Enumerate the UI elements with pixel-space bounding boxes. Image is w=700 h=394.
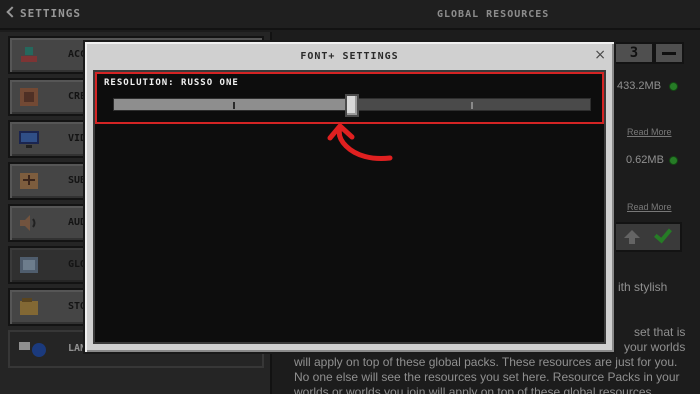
dialog-body: RESOLUTION: RUSSO ONE [93,70,606,344]
slider-tick [471,102,473,109]
font-settings-dialog: FONT+ SETTINGS × RESOLUTION: RUSSO ONE [83,40,616,354]
resolution-label: RESOLUTION: RUSSO ONE [104,78,239,88]
resolution-slider[interactable] [113,94,591,117]
slider-tick [233,102,235,109]
close-icon[interactable]: × [594,47,606,63]
dialog-title: FONT+ SETTINGS [300,51,399,62]
slider-thumb[interactable] [345,94,359,117]
resolution-setting: RESOLUTION: RUSSO ONE [95,72,604,124]
